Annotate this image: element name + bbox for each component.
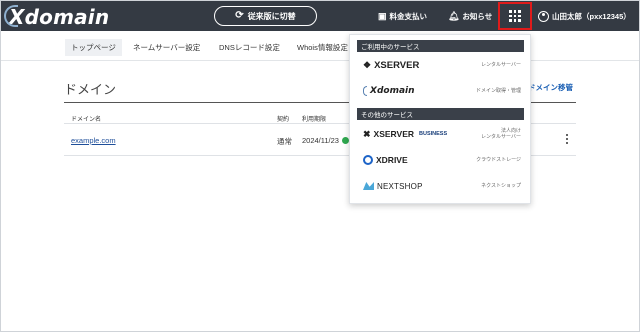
invoice-icon: ▣ [378, 10, 387, 21]
service-xdomain-desc: ドメイン取得・管理 [475, 87, 521, 94]
nextshop-logo-icon [363, 182, 374, 190]
service-xserver[interactable]: ❖ XSERVER レンタルサーバー [363, 55, 521, 75]
xdomain-logo[interactable]: Xdomain [4, 5, 110, 29]
column-header-domain: ドメイン名 [71, 117, 102, 123]
switch-legacy-label: 従来版に切替 [247, 11, 296, 21]
service-xdrive-name: XDRIVE [376, 155, 408, 165]
kebab-icon[interactable] [566, 134, 569, 144]
service-xdrive-desc: クラウドストレージ [476, 156, 521, 163]
grid-icon [509, 10, 521, 22]
page-title: ドメイン [64, 82, 117, 97]
column-header-contract: 契約 [277, 117, 290, 123]
service-xdrive[interactable]: XDRIVE クラウドストレージ [363, 150, 521, 170]
expiry-cell: 2024/11/23 [302, 136, 339, 145]
billing-link[interactable]: ▣ 料金支払い [378, 1, 427, 31]
service-xserver-business-desc: 法人向け レンタルサーバー [481, 127, 521, 141]
tab-dns-record[interactable]: DNSレコード設定 [213, 39, 286, 56]
logo-arc-icon [4, 5, 18, 27]
tab-whois[interactable]: Whois情報設定 [291, 39, 354, 56]
news-label: お知らせ [462, 11, 493, 21]
news-link[interactable]: 🔔︎ お知らせ [448, 1, 492, 31]
service-nextshop-desc: ネクストショップ [481, 182, 521, 189]
section-in-use-header: ご利用中のサービス [357, 40, 524, 52]
services-dropdown: ご利用中のサービス ❖ XSERVER レンタルサーバー Xdomain ドメイ… [349, 34, 531, 204]
app-grid-button[interactable] [498, 2, 532, 30]
contract-cell: 通常 [277, 137, 292, 146]
app-window: Xdomain ⟳ 従来版に切替 ▣ 料金支払い 🔔︎ お知らせ 山田太郎（px… [0, 0, 640, 332]
service-xserver-business[interactable]: ✖ XSERVER BUSINESS 法人向け レンタルサーバー [363, 124, 521, 144]
status-check-icon [342, 137, 349, 144]
user-menu[interactable]: 山田太郎（pxx12345） [538, 1, 631, 31]
service-xdomain-name: Xdomain [370, 86, 415, 96]
top-header: Xdomain ⟳ 従来版に切替 ▣ 料金支払い 🔔︎ お知らせ 山田太郎（px… [1, 1, 639, 31]
domain-link[interactable]: example.com [71, 136, 116, 145]
service-nextshop[interactable]: NEXTSHOP ネクストショップ [363, 176, 521, 196]
domain-transfer-link[interactable]: ドメイン移管 [528, 82, 573, 93]
business-badge: BUSINESS [419, 131, 448, 137]
xdomain-logo-icon [363, 86, 367, 96]
billing-label: 料金支払い [389, 11, 428, 21]
xserver-business-logo-icon: ✖ [363, 128, 371, 139]
sub-navigation: トップページ ネームサーバー設定 DNSレコード設定 Whois情報設定 [1, 31, 639, 61]
service-xdomain[interactable]: Xdomain ドメイン取得・管理 [363, 81, 521, 101]
service-nextshop-name: NEXTSHOP [377, 181, 423, 191]
bell-icon: 🔔︎ [448, 10, 460, 21]
xdrive-logo-icon [363, 155, 373, 165]
sync-icon: ⟳ [235, 10, 244, 21]
tab-top-page[interactable]: トップページ [65, 39, 122, 56]
switch-legacy-button[interactable]: ⟳ 従来版に切替 [214, 6, 317, 26]
service-xserver-name: XSERVER [374, 59, 420, 71]
logo-text: Xdomain [9, 5, 110, 29]
column-header-expiry: 利用期限 [302, 117, 327, 123]
user-name: 山田太郎（pxx12345） [552, 11, 631, 21]
xserver-logo-icon: ❖ [363, 59, 372, 70]
tab-nameserver[interactable]: ネームサーバー設定 [127, 39, 206, 56]
service-xserver-desc: レンタルサーバー [481, 61, 521, 68]
section-other-header: その他のサービス [357, 108, 524, 120]
user-icon [538, 10, 549, 22]
service-xserver-business-name: XSERVER [373, 129, 415, 139]
